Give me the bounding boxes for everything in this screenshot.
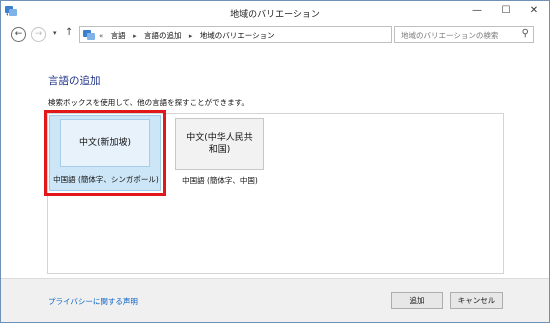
close-button[interactable]: ✕ [527, 5, 541, 17]
maximize-button[interactable]: ☐ [499, 5, 513, 17]
language-tile-label-line: 和国) [208, 145, 231, 155]
add-button[interactable]: 追加 [391, 292, 443, 309]
search-input[interactable]: 地域のバリエーションの検索 ⚲ [394, 26, 534, 43]
page-description: 検索ボックスを使用して、他の言語を探すことができます。 [48, 98, 249, 107]
breadcrumb-separator-icon[interactable]: ▸ [189, 32, 193, 40]
search-icon[interactable]: ⚲ [522, 28, 529, 39]
language-item[interactable]: 中文(中华人民共 和国) 中国語 (簡体字、中国) [174, 118, 274, 196]
window-title: 地域のバリエーション [230, 10, 320, 20]
language-tile-label-line: 中文(中华人民共 [186, 133, 253, 143]
navigation-bar: ← → ▾ ↑ « 言語 ▸ 言語の追加 ▸ 地域のバリエーション ▾ ↻ 地域… [1, 24, 549, 46]
minimize-button[interactable]: — [470, 5, 484, 17]
main-content: 言語の追加 検索ボックスを使用して、他の言語を探すことができます。 中文(新加坡… [1, 46, 549, 278]
language-tile-label: 中文(新加坡) [78, 138, 132, 148]
language-item-selected[interactable]: 中文(新加坡) 中国語 (簡体字、シンガポール) [44, 110, 166, 196]
language-list: 中文(新加坡) 中国語 (簡体字、シンガポール) 中文(中华人民共 和国) 中国… [44, 110, 504, 274]
search-placeholder: 地域のバリエーションの検索 [401, 31, 499, 40]
footer-bar: プライバシーに関する声明 追加 キャンセル [1, 278, 549, 322]
breadcrumb-item[interactable]: 言語の追加 [144, 31, 182, 40]
language-globe-icon [83, 30, 95, 40]
cancel-button[interactable]: キャンセル [450, 292, 503, 309]
breadcrumb-separator-icon[interactable]: ▸ [133, 32, 137, 40]
breadcrumb-item[interactable]: 地域のバリエーション [200, 31, 275, 40]
forward-button[interactable]: → [31, 27, 46, 42]
language-caption: 中国語 (簡体字、中国) [182, 176, 258, 185]
selection-highlight: 中文(新加坡) 中国語 (簡体字、シンガポール) [49, 115, 161, 191]
language-tile-label: 中文(中华人民共 和国) [176, 119, 263, 169]
recent-locations-dropdown[interactable]: ▾ [53, 29, 57, 37]
title-bar: 地域のバリエーション — ☐ ✕ [1, 1, 549, 24]
address-bar[interactable]: « 言語 ▸ 言語の追加 ▸ 地域のバリエーション ▾ ↻ [79, 26, 465, 43]
back-button[interactable]: ← [11, 27, 26, 42]
breadcrumb: « 言語 ▸ 言語の追加 ▸ 地域のバリエーション [99, 30, 280, 41]
breadcrumb-item[interactable]: 言語 [111, 31, 126, 40]
language-tile[interactable]: 中文(中华人民共 和国) [175, 118, 264, 170]
up-button[interactable]: ↑ [65, 27, 73, 38]
language-caption: 中国語 (簡体字、シンガポール) [53, 175, 159, 184]
region-variation-window: 地域のバリエーション — ☐ ✕ ← → ▾ ↑ « 言語 ▸ 言語の追加 ▸ … [0, 0, 550, 323]
language-tile[interactable]: 中文(新加坡) [60, 119, 150, 167]
breadcrumb-prefix-icon[interactable]: « [99, 32, 103, 40]
page-title: 言語の追加 [48, 75, 101, 87]
privacy-statement-link[interactable]: プライバシーに関する声明 [48, 296, 138, 307]
